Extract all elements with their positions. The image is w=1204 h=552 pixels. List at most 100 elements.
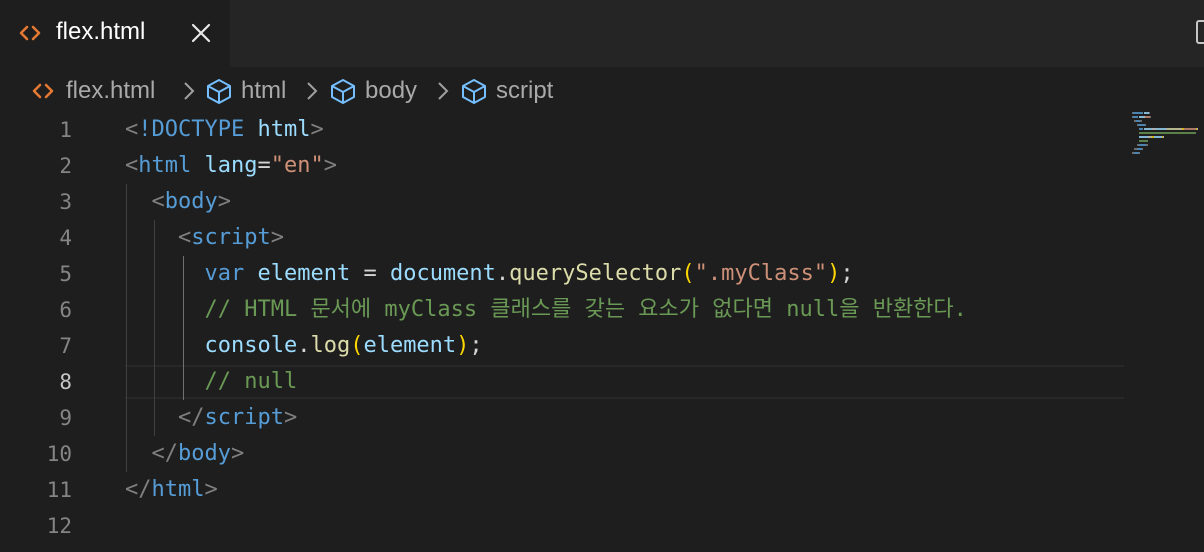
code-token: // HTML 문서에 myClass 클래스를 갖는 요소가 없다면 null…: [204, 297, 967, 322]
code-token: ): [456, 333, 470, 358]
code-line[interactable]: </body>: [125, 436, 245, 472]
breadcrumb-label: flex.html: [66, 77, 156, 104]
code-token: </: [151, 441, 179, 466]
minimap-line: [1163, 136, 1165, 138]
code-token: html: [257, 117, 311, 142]
code-token: <: [151, 189, 165, 214]
code-token: querySelector: [509, 261, 682, 286]
breadcrumb-item-body[interactable]: body: [329, 72, 417, 110]
code-token: ;: [469, 333, 483, 358]
code-token: html: [138, 153, 192, 178]
minimap-line: [1139, 132, 1196, 134]
code-token: >: [270, 225, 284, 250]
minimap-line: [1133, 112, 1143, 114]
minimap-line: [1150, 116, 1152, 118]
code-token: ): [827, 261, 841, 286]
code-token: element: [363, 333, 457, 358]
breadcrumb-label: html: [241, 77, 287, 104]
line-number: 4: [59, 226, 72, 250]
code-line[interactable]: </html>: [125, 472, 218, 508]
code-token: >: [323, 153, 337, 178]
code-token: element: [257, 261, 351, 286]
code-line[interactable]: // null: [125, 364, 297, 400]
breadcrumb-item-file[interactable]: flex.html: [30, 72, 155, 110]
code-line[interactable]: <script>: [125, 220, 284, 256]
code-editor[interactable]: 1 2 3 4 5 6 7 8 9 10 11 12 <!DOCTYPE html> <html lang…: [0, 112, 1204, 552]
line-number: 5: [59, 262, 72, 286]
line-number: 11: [46, 478, 72, 502]
code-token: .: [495, 261, 510, 286]
code-line[interactable]: <!DOCTYPE html>: [125, 112, 324, 148]
line-number: 9: [59, 406, 72, 430]
code-token: <: [125, 153, 139, 178]
minimap-line: [1139, 152, 1141, 154]
code-token: >: [217, 189, 231, 214]
breadcrumb-label: script: [496, 77, 554, 104]
minimap-line: [1141, 148, 1143, 150]
code-token: lang: [204, 153, 258, 178]
code-token: !DOCTYPE: [138, 117, 245, 142]
code-token: script: [204, 405, 284, 430]
minimap-line: [1196, 128, 1198, 130]
code-token: <: [177, 225, 192, 250]
code-line[interactable]: </script>: [125, 400, 297, 436]
code-token: </: [125, 477, 152, 502]
code-token: var: [204, 261, 245, 286]
line-number: 8: [59, 370, 72, 394]
breadcrumb: flex.html html body script: [0, 72, 1204, 110]
code-token: =: [257, 153, 271, 178]
code-token: // null: [204, 369, 298, 394]
code-token: body: [164, 189, 218, 214]
chevron-right-icon: [438, 82, 449, 100]
code-line[interactable]: console.log(element);: [125, 328, 483, 364]
minimap-line: [1139, 144, 1147, 146]
minimap-line: [1139, 136, 1148, 138]
line-number: 7: [59, 334, 72, 358]
line-number: 2: [59, 154, 72, 178]
code-token: "en": [270, 153, 324, 178]
code-token: (: [681, 261, 695, 286]
minimap-line: [1183, 128, 1196, 130]
close-icon[interactable]: [188, 20, 214, 46]
minimap-line: [1153, 136, 1162, 138]
cube-icon: [331, 79, 355, 104]
code-token: html: [151, 477, 205, 502]
line-number: 10: [46, 442, 72, 466]
breadcrumb-item-html[interactable]: html: [205, 72, 286, 110]
line-number: 12: [46, 514, 72, 538]
code-line[interactable]: <body>: [125, 184, 231, 220]
cube-icon: [207, 79, 231, 104]
line-number: 6: [59, 298, 72, 322]
split-editor-icon[interactable]: [1196, 20, 1204, 44]
code-line[interactable]: // HTML 문서에 myClass 클래스를 갖는 요소가 없다면 null…: [125, 292, 967, 328]
minimap-line: [1140, 120, 1142, 122]
breadcrumb-item-script[interactable]: script: [460, 72, 553, 110]
minimap-line: [1166, 128, 1183, 130]
chevron-right-icon: [307, 82, 318, 100]
minimap-line: [1146, 144, 1148, 146]
minimap[interactable]: [1130, 110, 1204, 170]
minimap-line: [1156, 128, 1166, 130]
minimap-line: [1139, 128, 1143, 130]
tab-label: flex.html: [56, 18, 146, 45]
code-line[interactable]: <html lang="en">: [125, 148, 337, 184]
code-token: script: [191, 225, 271, 250]
code-token: ;: [840, 261, 854, 286]
chevron-right-icon: [184, 82, 195, 100]
code-token: console: [204, 333, 298, 358]
code-token: (: [350, 333, 364, 358]
code-token: >: [204, 477, 218, 502]
minimap-line: [1138, 124, 1146, 126]
minimap-line: [1145, 124, 1147, 126]
code-token: =: [350, 261, 390, 286]
tab-flex-html[interactable]: flex.html: [0, 0, 230, 67]
code-token: body: [178, 441, 231, 466]
code-line[interactable]: var element = document.querySelector(".m…: [125, 256, 854, 292]
